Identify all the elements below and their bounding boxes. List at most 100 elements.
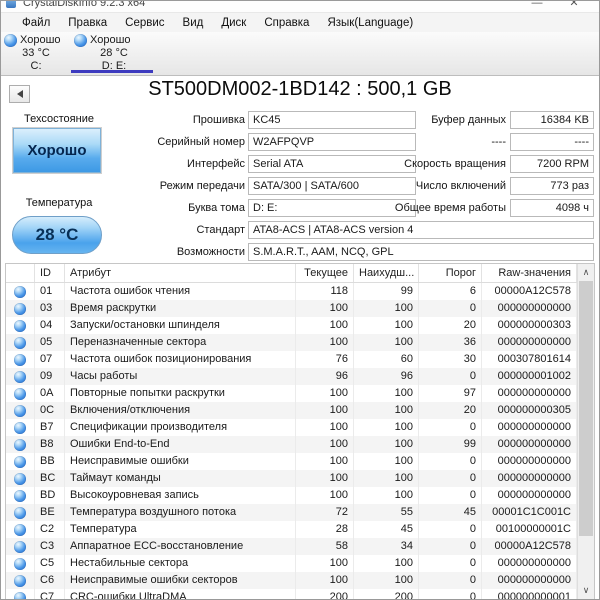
table-row[interactable]: BD Высокоуровневая запись 100 100 0 000000000… xyxy=(6,487,577,504)
menu-function[interactable]: Сервис xyxy=(116,17,173,29)
close-button[interactable]: ✕ xyxy=(557,1,591,9)
menu-help[interactable]: Справка xyxy=(255,17,318,29)
status-dot-icon xyxy=(6,402,35,419)
temperature-indicator: 28 °C xyxy=(12,216,102,254)
cell-current: 58 xyxy=(296,538,354,555)
table-row[interactable]: C6 Неисправимые ошибки секторов 100 100 0 000… xyxy=(6,572,577,589)
cell-current: 100 xyxy=(296,453,354,470)
menu-language[interactable]: Язык(Language) xyxy=(318,17,422,29)
main-content: ST500DM002-1BD142 : 500,1 GB Техсостояни… xyxy=(1,76,599,599)
cell-raw: 000000000000 xyxy=(482,385,577,402)
cell-attribute: Температура воздушного потока xyxy=(65,504,296,521)
scroll-down-button[interactable]: ∨ xyxy=(578,582,594,599)
cell-threshold: 45 xyxy=(419,504,482,521)
menu-edit[interactable]: Правка xyxy=(59,17,116,29)
status-dot-icon xyxy=(14,370,26,383)
header-raw[interactable]: Raw-значения xyxy=(482,264,577,282)
drive-temp: 28 °C xyxy=(100,47,128,59)
cell-current: 100 xyxy=(296,317,354,334)
cell-id: BC xyxy=(35,470,65,487)
status-dot-icon xyxy=(6,419,35,436)
drive-letter: D: E: xyxy=(101,60,127,72)
cell-worst: 100 xyxy=(354,453,419,470)
cell-threshold: 0 xyxy=(419,538,482,555)
cell-raw: 000000000000 xyxy=(482,419,577,436)
cell-id: BB xyxy=(35,453,65,470)
health-status-button[interactable]: Хорошо xyxy=(12,127,102,174)
cell-worst: 100 xyxy=(354,487,419,504)
table-row[interactable]: 0A Повторные попытки раскрутки 100 100 97 000… xyxy=(6,385,577,402)
cell-current: 200 xyxy=(296,589,354,599)
cell-id: 05 xyxy=(35,334,65,351)
table-row[interactable]: BC Таймаут команды 100 100 0 000000000000 xyxy=(6,470,577,487)
drive-status: Хорошо xyxy=(20,34,61,46)
field-label: Стандарт xyxy=(196,224,245,236)
header-id[interactable]: ID xyxy=(35,264,65,282)
minimize-button[interactable]: — xyxy=(520,1,554,9)
table-row[interactable]: 04 Запуски/остановки шпинделя 100 100 20 0000… xyxy=(6,317,577,334)
buffer-field: 16384 KB xyxy=(510,111,594,129)
smart-table-body: 01 Частота ошибок чтения 118 99 6 00000A12C57… xyxy=(6,283,577,599)
table-row[interactable]: BE Температура воздушного потока 72 55 45 000… xyxy=(6,504,577,521)
table-scrollbar[interactable]: ∧ ∨ xyxy=(577,264,594,599)
cell-current: 100 xyxy=(296,334,354,351)
status-dot-icon xyxy=(14,455,26,468)
drive-tab-de[interactable]: Хорошо 28 °C D: E: xyxy=(71,32,157,75)
table-row[interactable]: 03 Время раскрутки 100 100 0 000000000000 xyxy=(6,300,577,317)
cell-threshold: 0 xyxy=(419,470,482,487)
drive-tab-c[interactable]: Хорошо 33 °C C: xyxy=(1,32,71,75)
cell-current: 72 xyxy=(296,504,354,521)
cell-worst: 96 xyxy=(354,368,419,385)
field-label: Серийный номер xyxy=(157,136,245,148)
cell-threshold: 99 xyxy=(419,436,482,453)
table-row[interactable]: 09 Часы работы 96 96 0 000000001002 xyxy=(6,368,577,385)
header-current[interactable]: Текущее xyxy=(296,264,354,282)
cell-threshold: 20 xyxy=(419,402,482,419)
status-dot-icon xyxy=(14,489,26,502)
app-icon xyxy=(6,1,16,8)
table-row[interactable]: 0C Включения/отключения 100 100 20 0000000003… xyxy=(6,402,577,419)
table-row[interactable]: 05 Переназначенные сектора 100 100 36 0000000… xyxy=(6,334,577,351)
table-row[interactable]: BB Неисправимые ошибки 100 100 0 000000000000 xyxy=(6,453,577,470)
cell-raw: 000000000305 xyxy=(482,402,577,419)
status-dot-icon xyxy=(6,521,35,538)
table-row[interactable]: C3 Аппаратное ECC-восстановление 58 34 0 0000… xyxy=(6,538,577,555)
scroll-up-button[interactable]: ∧ xyxy=(578,264,594,281)
cell-threshold: 0 xyxy=(419,521,482,538)
scrollbar-thumb[interactable] xyxy=(579,281,593,536)
cell-worst: 100 xyxy=(354,555,419,572)
cell-current: 100 xyxy=(296,555,354,572)
cell-raw: 000000000000 xyxy=(482,470,577,487)
status-dot-icon xyxy=(6,589,35,599)
status-dot-icon xyxy=(6,555,35,572)
cell-threshold: 97 xyxy=(419,385,482,402)
cell-id: B7 xyxy=(35,419,65,436)
menu-file[interactable]: Файл xyxy=(13,17,59,29)
menu-view[interactable]: Вид xyxy=(174,17,213,29)
back-arrow-icon xyxy=(16,90,23,98)
table-row[interactable]: B7 Спецификации производителя 100 100 0 00000… xyxy=(6,419,577,436)
cell-attribute: Ошибки End-to-End xyxy=(65,436,296,453)
status-dot-icon xyxy=(6,436,35,453)
back-button[interactable] xyxy=(9,85,30,103)
cell-raw: 000000000000 xyxy=(482,453,577,470)
status-dot-icon xyxy=(14,540,26,553)
table-row[interactable]: 07 Частота ошибок позиционирования 76 60 30 0… xyxy=(6,351,577,368)
table-row[interactable]: C2 Температура 28 45 0 00100000001C xyxy=(6,521,577,538)
cell-attribute: Аппаратное ECC-восстановление xyxy=(65,538,296,555)
standard-field: ATA8-ACS | ATA8-ACS version 4 xyxy=(248,221,594,239)
header-worst[interactable]: Наихудш... xyxy=(354,264,419,282)
cell-worst: 100 xyxy=(354,317,419,334)
cell-worst: 100 xyxy=(354,470,419,487)
table-row[interactable]: B8 Ошибки End-to-End 100 100 99 000000000000 xyxy=(6,436,577,453)
table-row[interactable]: C5 Нестабильные сектора 100 100 0 00000000000… xyxy=(6,555,577,572)
cell-current: 100 xyxy=(296,419,354,436)
header-attribute[interactable]: Атрибут xyxy=(65,264,296,282)
status-dot-icon xyxy=(6,385,35,402)
drive-status: Хорошо xyxy=(90,34,131,46)
table-row[interactable]: 01 Частота ошибок чтения 118 99 6 00000A12C57… xyxy=(6,283,577,300)
header-threshold[interactable]: Порог xyxy=(419,264,482,282)
table-row[interactable]: C7 CRC-ошибки UltraDMA 200 200 0 000000000001 xyxy=(6,589,577,599)
menu-disk[interactable]: Диск xyxy=(212,17,255,29)
cell-raw: 00100000001C xyxy=(482,521,577,538)
